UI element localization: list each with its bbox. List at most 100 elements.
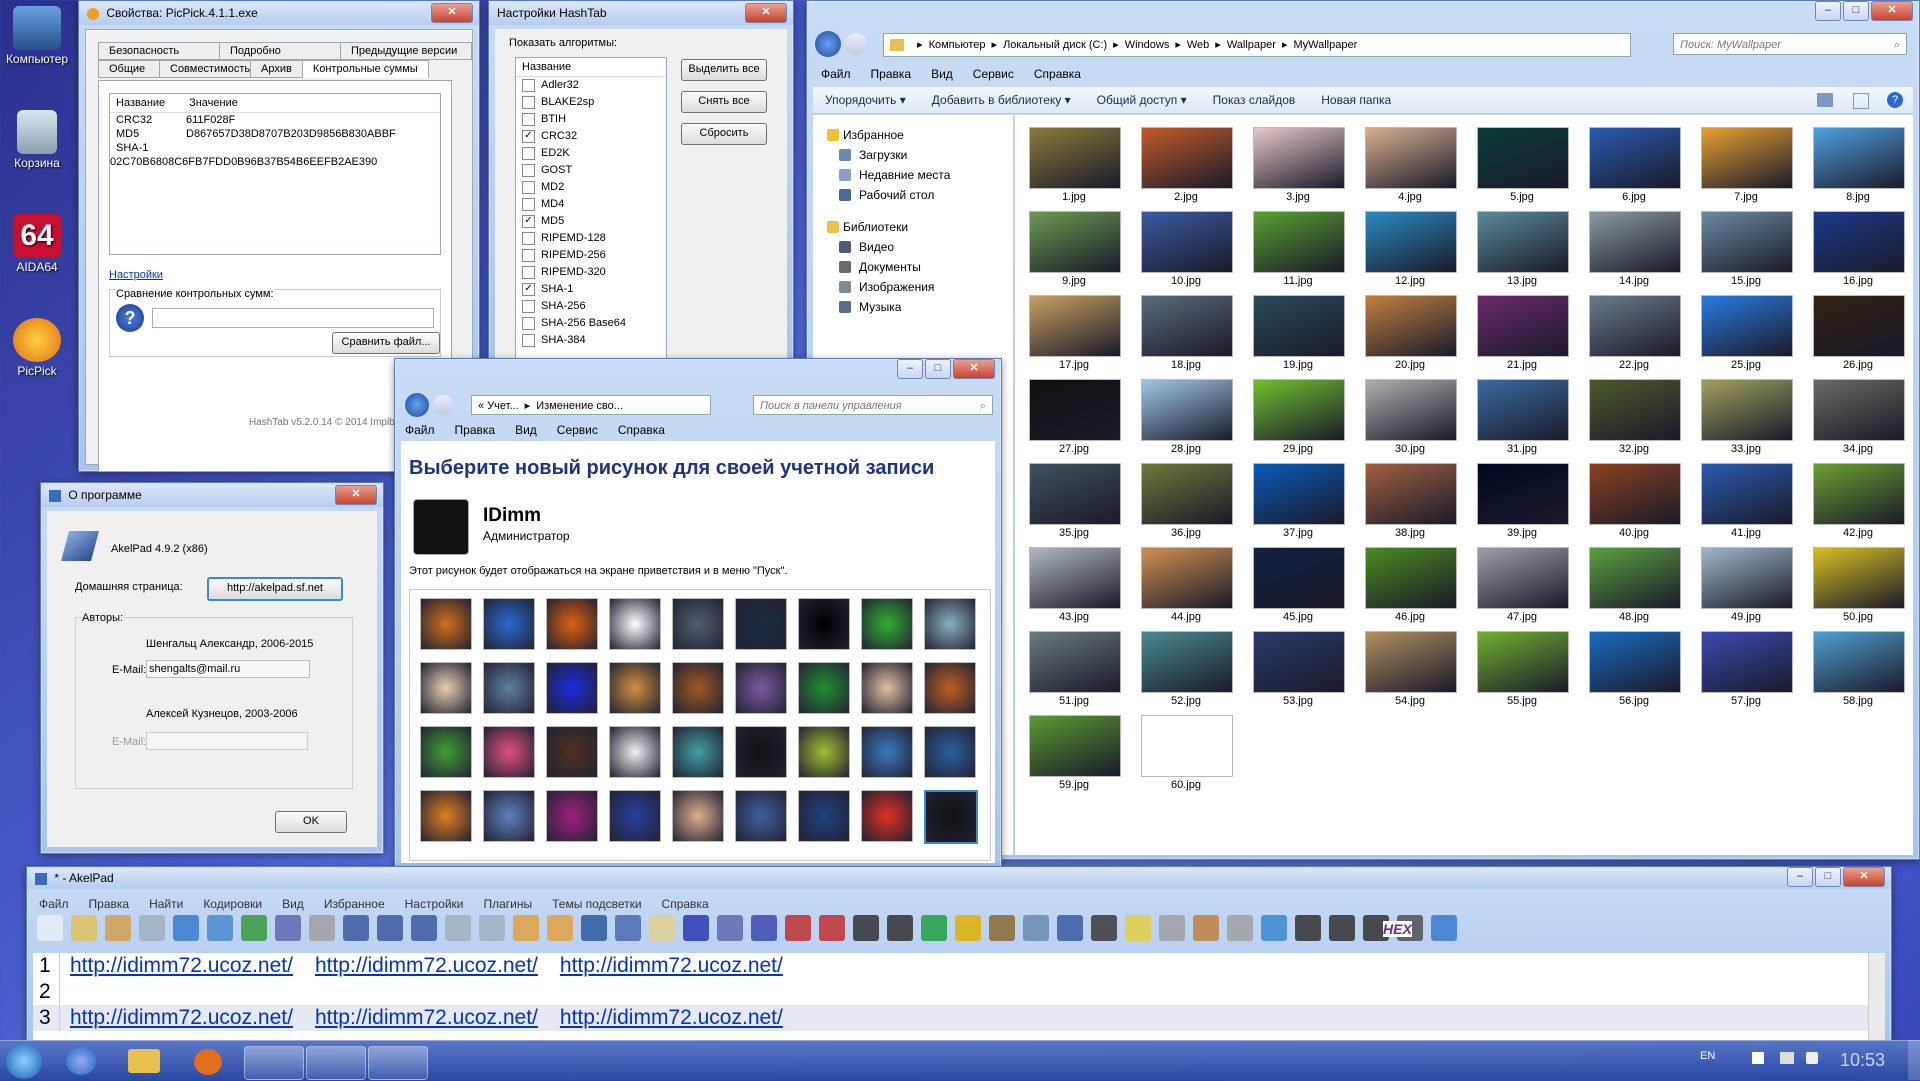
nav-item[interactable]: Видео	[813, 237, 1013, 257]
file-thumbnail[interactable]	[1029, 379, 1121, 441]
flag-icon[interactable]	[1752, 1052, 1764, 1064]
file-name[interactable]: 38.jpg	[1365, 527, 1455, 539]
scrollbar[interactable]	[1868, 953, 1885, 1041]
back-icon[interactable]	[405, 393, 429, 417]
file-thumbnail[interactable]	[1701, 211, 1793, 273]
checkbox[interactable]	[522, 180, 535, 194]
avatar-option[interactable]	[483, 598, 535, 650]
toolbar-icon[interactable]	[921, 915, 947, 941]
settings-link[interactable]: Настройки	[109, 269, 163, 281]
file-name[interactable]: 10.jpg	[1141, 275, 1231, 287]
table-row[interactable]: MD5 D867657D38D8707B203D9856B830ABBF	[110, 127, 440, 141]
desktop-icon-recycle-bin[interactable]: Корзина	[0, 110, 74, 170]
file-name[interactable]: 19.jpg	[1253, 359, 1343, 371]
file-thumbnail[interactable]	[1141, 295, 1233, 357]
toolbar-icon[interactable]	[989, 915, 1015, 941]
list-item[interactable]: RIPEMD-320	[516, 264, 666, 281]
breadcrumb-item[interactable]: Web	[1187, 39, 1209, 51]
list-item[interactable]: GOST	[516, 162, 666, 179]
list-item[interactable]: SHA-256	[516, 298, 666, 315]
clear-all-button[interactable]: Снять все	[681, 91, 767, 113]
toolbar-icon[interactable]	[377, 915, 403, 941]
toolbar-icon[interactable]	[547, 915, 573, 941]
file-thumbnail[interactable]	[1365, 127, 1457, 189]
avatar-option[interactable]	[672, 726, 724, 778]
tab-details[interactable]: Подробно	[219, 42, 341, 60]
toolbar-icon[interactable]	[309, 915, 335, 941]
taskbar-window-2[interactable]	[306, 1046, 366, 1080]
file-name[interactable]: 47.jpg	[1477, 611, 1567, 623]
menu-item[interactable]: Кодировки	[203, 897, 262, 911]
file-thumbnail[interactable]	[1141, 547, 1233, 609]
url-link[interactable]: http://idimm72.ucoz.net/	[315, 1006, 538, 1029]
toolbar-icon[interactable]	[1057, 915, 1083, 941]
file-name[interactable]: 57.jpg	[1701, 695, 1791, 707]
nav-favorites[interactable]: Избранное	[813, 125, 1013, 145]
toolbar-button[interactable]: Общий доступ ▾	[1097, 93, 1187, 107]
ie-icon[interactable]	[66, 1047, 96, 1075]
breadcrumb-separator[interactable]: ▸	[917, 39, 923, 51]
toolbar-icon[interactable]	[887, 915, 913, 941]
breadcrumb-item[interactable]: Wallpaper	[1227, 39, 1276, 51]
list-item[interactable]: SHA-384	[516, 332, 666, 349]
file-thumbnail[interactable]	[1029, 295, 1121, 357]
toolbar-icon[interactable]	[1193, 915, 1219, 941]
checkbox[interactable]	[522, 248, 535, 262]
file-name[interactable]: 14.jpg	[1589, 275, 1679, 287]
file-name[interactable]: 49.jpg	[1701, 611, 1791, 623]
toolbar-icon[interactable]	[683, 915, 709, 941]
menu-item[interactable]: Файл	[39, 897, 69, 911]
file-thumbnail[interactable]	[1141, 379, 1233, 441]
avatar-option[interactable]	[735, 598, 787, 650]
avatar-option[interactable]	[483, 662, 535, 714]
nav-item[interactable]: Рабочий стол	[813, 185, 1013, 205]
toolbar-icon[interactable]	[241, 915, 267, 941]
desktop-icon-computer[interactable]: Компьютер	[0, 6, 74, 66]
preview-pane-icon[interactable]	[1853, 93, 1869, 109]
file-name[interactable]: 32.jpg	[1589, 443, 1679, 455]
menu-item[interactable]: Вид	[931, 67, 953, 81]
file-thumbnail[interactable]	[1029, 463, 1121, 525]
taskbar-window-1[interactable]	[244, 1046, 304, 1080]
file-thumbnail[interactable]	[1701, 463, 1793, 525]
list-item[interactable]: ✓ SHA-1	[516, 281, 666, 298]
file-thumbnail[interactable]	[1477, 547, 1569, 609]
checkbox[interactable]	[522, 299, 535, 313]
address-bar[interactable]: ▸ Компьютер ▸ Локальный диск (C:) ▸ Windows ▸ W…	[883, 33, 1631, 57]
show-desktop-button[interactable]	[1908, 1040, 1920, 1080]
toolbar-icon[interactable]	[1329, 915, 1355, 941]
menu-item[interactable]: Плагины	[483, 897, 532, 911]
file-thumbnail[interactable]	[1365, 379, 1457, 441]
avatar-option[interactable]	[861, 598, 913, 650]
file-name[interactable]: 48.jpg	[1589, 611, 1679, 623]
file-thumbnail[interactable]	[1141, 463, 1233, 525]
tab-previous-versions[interactable]: Предыдущие версии	[340, 42, 472, 60]
avatar-option[interactable]	[735, 662, 787, 714]
file-name[interactable]: 3.jpg	[1253, 191, 1343, 203]
avatar-option[interactable]	[483, 726, 535, 778]
file-thumbnail[interactable]	[1813, 211, 1905, 273]
file-thumbnail[interactable]	[1141, 715, 1233, 777]
file-name[interactable]: 52.jpg	[1141, 695, 1231, 707]
toolbar-button[interactable]: Упорядочить ▾	[825, 93, 906, 107]
file-name[interactable]: 8.jpg	[1813, 191, 1903, 203]
file-thumbnail[interactable]	[1813, 127, 1905, 189]
desktop-icon-aida64[interactable]: 64 AIDA64	[0, 214, 74, 274]
tab-general[interactable]: Общие	[98, 60, 160, 78]
file-name[interactable]: 55.jpg	[1477, 695, 1567, 707]
breadcrumb-separator[interactable]: ▸	[1175, 39, 1181, 51]
taskbar-window-3[interactable]	[368, 1046, 428, 1080]
avatar-option[interactable]	[861, 726, 913, 778]
menu-item[interactable]: Найти	[149, 897, 183, 911]
file-name[interactable]: 18.jpg	[1141, 359, 1231, 371]
clock[interactable]: 10:53	[1840, 1050, 1885, 1071]
avatar-option[interactable]	[609, 662, 661, 714]
file-name[interactable]: 13.jpg	[1477, 275, 1567, 287]
toolbar-icon[interactable]	[275, 915, 301, 941]
checkbox[interactable]	[522, 333, 535, 347]
column-header-value[interactable]: Значение	[189, 97, 238, 109]
avatar-option[interactable]	[672, 598, 724, 650]
file-thumbnail[interactable]	[1589, 379, 1681, 441]
file-name[interactable]: 6.jpg	[1589, 191, 1679, 203]
tab-security[interactable]: Безопасность	[98, 42, 220, 60]
